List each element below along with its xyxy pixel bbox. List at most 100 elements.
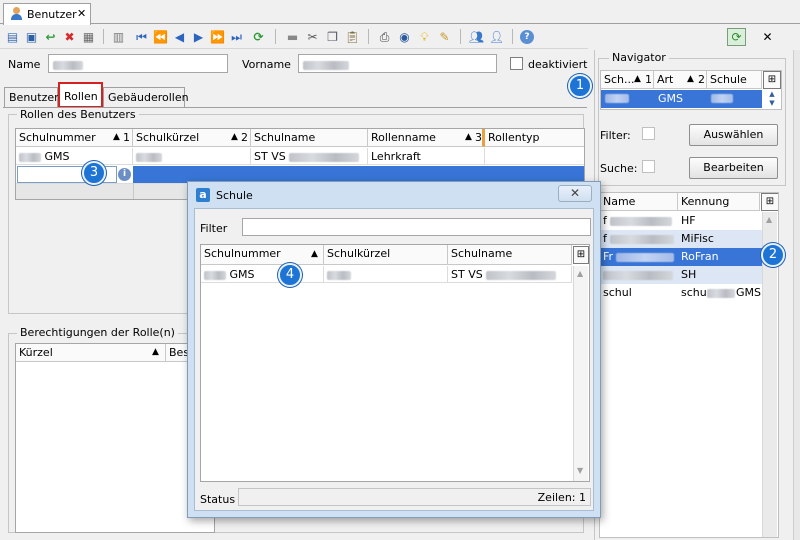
window-edge <box>793 50 800 540</box>
suche-checkbox[interactable] <box>642 160 655 173</box>
sort-asc-icon: ▲ <box>113 132 120 142</box>
navigator-list: Name Kennung ⊞ f HF f MiFisc Fr RoFran S… <box>599 192 779 538</box>
schule-dialog: a Schule ✕ Filter Schulnummer ▲ Schulkür… <box>187 181 601 518</box>
preview-icon[interactable]: ◉ <box>396 28 413 45</box>
paste-icon[interactable]: 📋︎ <box>344 28 361 45</box>
copy-icon[interactable]: ❐ <box>324 28 341 45</box>
help-icon[interactable]: ? <box>520 30 534 44</box>
sort-asc-icon: ▲ <box>465 132 472 142</box>
previous-page-icon[interactable]: ⏪ <box>152 28 169 45</box>
dialog-row-count: Zeilen: 1 <box>537 491 586 504</box>
col-dlg-schulnummer[interactable]: Schulnummer ▲ <box>201 245 324 265</box>
tab-benutzer[interactable]: Benutzer ✕ <box>3 3 91 25</box>
column-chooser-icon[interactable]: ⊞ <box>763 71 781 89</box>
col-nav-art[interactable]: Art ▲ 2 <box>654 71 707 89</box>
dialog-status-label: Status <box>200 493 236 506</box>
auswaehlen-button[interactable]: Auswählen <box>689 124 778 146</box>
first-record-icon[interactable]: ⏮ <box>133 28 150 45</box>
save-icon[interactable]: ▣ <box>23 28 40 45</box>
user-icon <box>10 7 23 20</box>
column-chooser-icon[interactable]: ⊞ <box>761 193 778 211</box>
app-logo-icon: a <box>196 188 210 202</box>
document-tab-bar <box>0 0 800 24</box>
cut-icon[interactable]: ✂ <box>304 28 321 45</box>
callout-2: 2 <box>761 243 785 267</box>
subtab-benutzer[interactable]: Benutzer <box>4 87 59 107</box>
table-row-schulname[interactable]: ST VS <box>251 148 368 165</box>
next-record-icon[interactable]: ▶ <box>190 28 207 45</box>
list-item[interactable]: SH <box>600 266 762 284</box>
berechtigungen-grid: Kürzel ▲ Bes <box>15 343 215 533</box>
tab-benutzer-label: Benutzer <box>27 8 77 21</box>
filter-label: Filter: <box>600 129 631 142</box>
subtab-rollen[interactable]: Rollen <box>58 82 103 108</box>
lightbulb-icon[interactable]: 💡︎ <box>416 28 433 45</box>
list-item[interactable]: schul schu GMS <box>600 284 762 302</box>
col-kennung[interactable]: Kennung <box>678 193 760 211</box>
list-item[interactable]: f MiFisc <box>600 230 762 248</box>
list-item[interactable]: f HF <box>600 212 762 230</box>
table-row-rollenname[interactable]: Lehrkraft <box>368 148 485 165</box>
col-schulname[interactable]: Schulname <box>251 129 368 147</box>
col-dlg-schulkuerzel[interactable]: Schulkürzel <box>324 245 448 265</box>
sort-asc-icon: ▲ <box>687 74 694 84</box>
col-name[interactable]: Name <box>600 193 678 211</box>
navigator-selected-row[interactable]: GMS <box>601 90 762 108</box>
close-icon[interactable]: ✕ <box>77 7 86 20</box>
col-rollenname[interactable]: Rollenname ▲ 3 <box>368 129 485 147</box>
dialog-grid-scrollbar[interactable]: ▲ ▼ <box>573 266 588 481</box>
dialog-schule-grid: Schulnummer ▲ Schulkürzel Schulname ⊞ GM… <box>200 244 590 482</box>
dialog-close-button[interactable]: ✕ <box>558 185 592 202</box>
last-record-icon[interactable]: ⏭ <box>228 28 245 45</box>
close-panel-icon[interactable]: ✕ <box>758 28 777 46</box>
subtab-gebaeuderollen[interactable]: Gebäuderollen <box>103 87 189 107</box>
dialog-row-schulkuerzel[interactable] <box>324 266 448 283</box>
column-chooser-icon[interactable]: ⊞ <box>573 246 589 264</box>
refresh-navigator-icon[interactable]: ⟳ <box>727 28 746 46</box>
navigator-title: Navigator <box>609 51 669 64</box>
col-nav-schulnummer[interactable]: Sch... ▲ 1 <box>601 71 654 89</box>
dialog-row-schulnummer[interactable]: GMS <box>201 266 324 283</box>
dialog-row-schulname[interactable]: ST VS <box>448 266 572 283</box>
callout-1: 1 <box>568 74 592 98</box>
navigator-grid: Sch... ▲ 1 Art ▲ 2 Schule GMS ⊞ ▲ ▼ <box>600 70 782 110</box>
filter-checkbox[interactable] <box>642 127 655 140</box>
previous-record-icon[interactable]: ◀ <box>171 28 188 45</box>
table-row-schulkuerzel[interactable] <box>133 148 251 165</box>
list-icon[interactable]: ▥ <box>110 28 127 45</box>
list-item-selected[interactable]: Fr RoFran <box>600 248 762 266</box>
deaktiviert-checkbox[interactable] <box>510 57 523 70</box>
dialog-filter-input[interactable] <box>242 218 591 236</box>
col-dlg-schulname[interactable]: Schulname <box>448 245 572 265</box>
vorname-field[interactable] <box>298 54 497 73</box>
next-page-icon[interactable]: ⏩ <box>209 28 226 45</box>
scroll-down-icon[interactable]: ▼ <box>765 99 779 108</box>
name-field[interactable] <box>48 54 228 73</box>
dialog-status-bar: Zeilen: 1 <box>238 488 591 506</box>
dialog-body: Filter Schulnummer ▲ Schulkürzel Schulna… <box>194 208 594 511</box>
scroll-up-icon[interactable]: ▲ <box>765 90 779 99</box>
sort-asc-icon: ▲ <box>634 74 641 84</box>
bearbeiten-button[interactable]: Bearbeiten <box>689 157 778 179</box>
properties-icon[interactable]: ▦ <box>80 28 97 45</box>
col-kuerzel[interactable]: Kürzel ▲ <box>16 344 166 362</box>
delete-icon[interactable]: ✖ <box>61 28 78 45</box>
refresh-icon[interactable]: ⟳ <box>250 28 267 45</box>
col-nav-schule[interactable]: Schule <box>707 71 762 89</box>
new-document-icon[interactable]: ▤ <box>4 28 21 45</box>
info-lookup-icon[interactable]: i <box>116 166 133 183</box>
table-row-rollentyp[interactable] <box>485 148 584 165</box>
users-icon[interactable]: 👥︎ <box>468 28 485 45</box>
name-label: Name <box>8 58 41 71</box>
remove-icon[interactable]: ▬ <box>284 28 301 45</box>
user-group-icon[interactable]: 👤︎ <box>488 28 505 45</box>
col-schulnummer[interactable]: Schulnummer ▲ 1 <box>16 129 133 147</box>
callout-3: 3 <box>82 161 106 185</box>
print-icon[interactable]: ⎙ <box>376 28 393 45</box>
undo-icon[interactable]: ↩ <box>42 28 59 45</box>
table-row-schulnummer[interactable]: GMS <box>16 148 133 165</box>
col-schulkuerzel[interactable]: Schulkürzel ▲ 2 <box>133 129 251 147</box>
sort-asc-icon: ▲ <box>152 347 159 357</box>
col-rollentyp[interactable]: Rollentyp <box>485 129 584 147</box>
clear-icon[interactable]: ✎ <box>436 28 453 45</box>
